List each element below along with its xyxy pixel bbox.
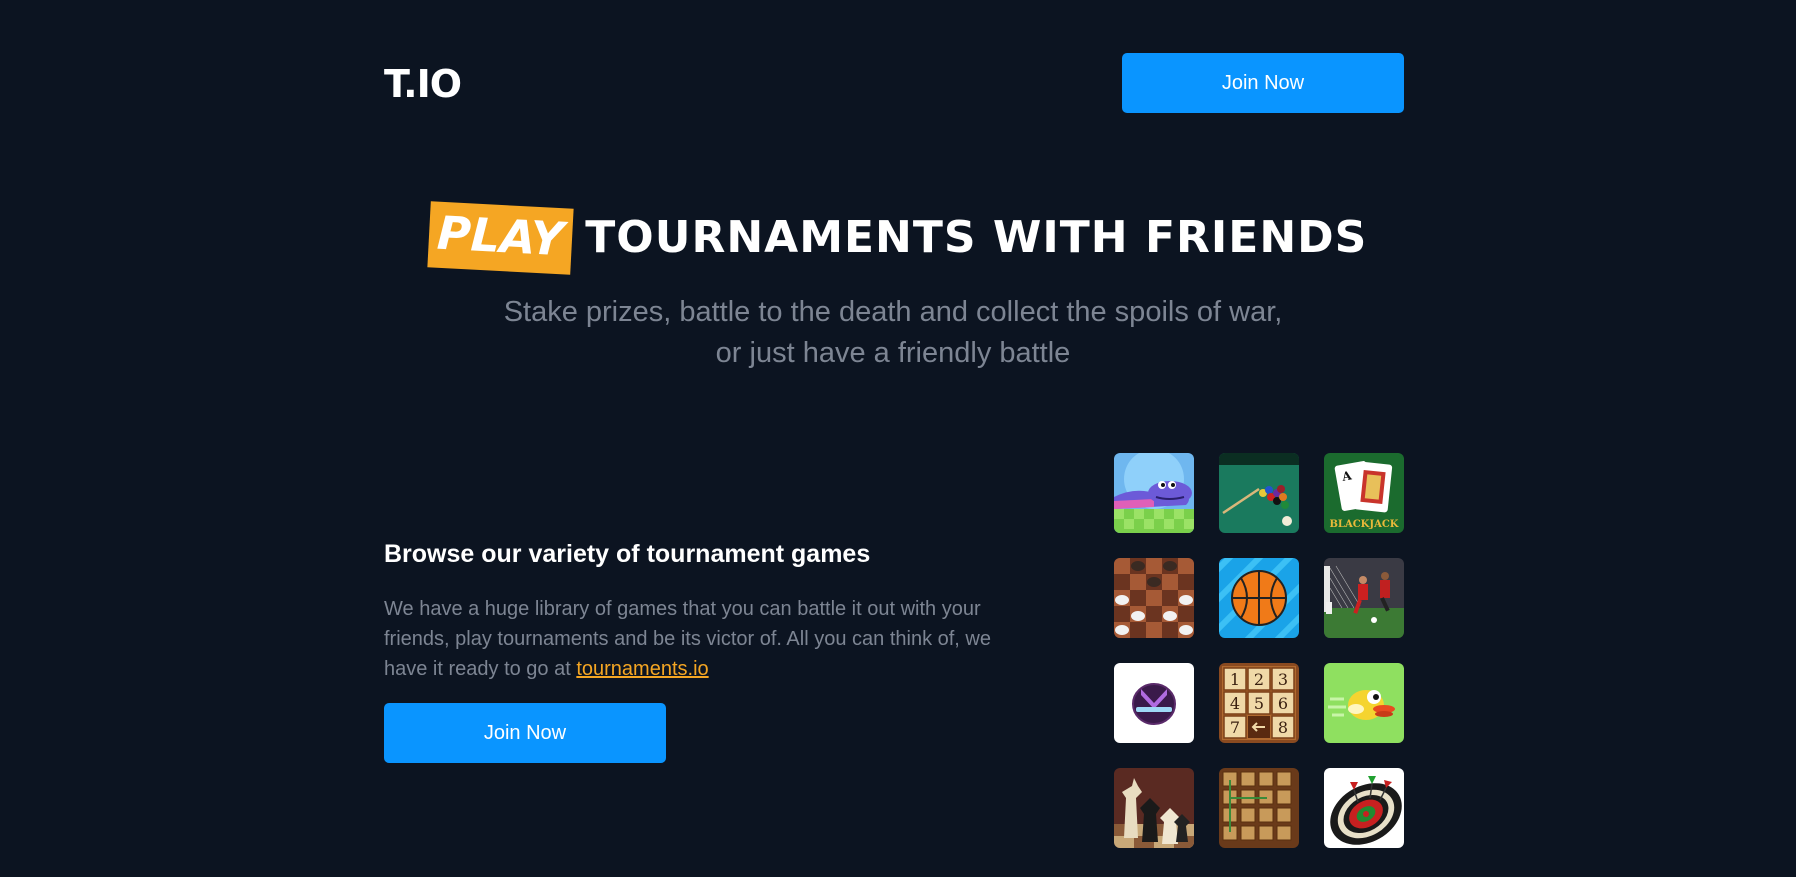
word-tiles-game-icon xyxy=(1219,768,1299,848)
puzzle-number-3: 3 xyxy=(1278,670,1288,689)
flappy-bird-game-icon xyxy=(1324,663,1404,743)
hero-subtitle: Stake prizes, battle to the death and co… xyxy=(0,292,1786,374)
pool-game-tile[interactable] xyxy=(1219,453,1299,533)
flappy-bird-game-tile[interactable] xyxy=(1324,663,1404,743)
puzzle-number-7: 7 xyxy=(1230,718,1240,737)
sliding-puzzle-game-tile[interactable]: 1 2 3 4 5 6 7 8 xyxy=(1219,663,1299,743)
soccer-game-tile[interactable] xyxy=(1324,558,1404,638)
hero-title-text: TOURNAMENTS WITH FRIENDS xyxy=(585,212,1368,263)
word-tiles-game-tile[interactable] xyxy=(1219,768,1299,848)
puzzle-number-8: 8 xyxy=(1278,718,1288,737)
blackjack-game-icon: A BLACKJACK xyxy=(1324,453,1404,533)
stack-game-icon xyxy=(1114,663,1194,743)
basketball-game-tile[interactable] xyxy=(1219,558,1299,638)
checkers-game-icon xyxy=(1114,558,1194,638)
soccer-game-icon xyxy=(1324,558,1404,638)
puzzle-number-5: 5 xyxy=(1254,694,1264,713)
blackjack-label: BLACKJACK xyxy=(1329,519,1398,530)
chess-game-icon xyxy=(1114,768,1194,848)
browse-description: We have a huge library of games that you… xyxy=(384,594,1004,684)
hero-title: PLAY TOURNAMENTS WITH FRIENDS xyxy=(0,201,1796,275)
landing-page: T.IO Join Now PLAY TOURNAMENTS WITH FRIE… xyxy=(0,0,1796,877)
basketball-game-icon xyxy=(1219,558,1299,638)
darts-game-tile[interactable] xyxy=(1324,768,1404,848)
sliding-puzzle-game-icon: 1 2 3 4 5 6 7 8 xyxy=(1219,663,1299,743)
puzzle-number-4: 4 xyxy=(1230,694,1240,713)
game-grid: A BLACKJACK 1 2 3 4 5 6 7 8 xyxy=(1114,453,1404,848)
hero-subtitle-line-2: or just have a friendly battle xyxy=(715,337,1071,369)
snake-game-icon xyxy=(1114,453,1194,533)
join-now-button-header[interactable]: Join Now xyxy=(1122,53,1404,113)
pool-game-icon xyxy=(1219,453,1299,533)
hero-subtitle-line-1: Stake prizes, battle to the death and co… xyxy=(503,296,1283,328)
darts-game-icon xyxy=(1324,768,1404,848)
puzzle-number-1: 1 xyxy=(1230,670,1240,689)
snake-game-tile[interactable] xyxy=(1114,453,1194,533)
puzzle-number-6: 6 xyxy=(1278,694,1288,713)
puzzle-number-2: 2 xyxy=(1254,670,1264,689)
browse-title: Browse our variety of tournament games xyxy=(384,540,871,568)
logo[interactable]: T.IO xyxy=(384,62,462,106)
tournaments-link[interactable]: tournaments.io xyxy=(576,658,708,680)
play-badge: PLAY xyxy=(426,201,573,275)
checkers-game-tile[interactable] xyxy=(1114,558,1194,638)
chess-game-tile[interactable] xyxy=(1114,768,1194,848)
blackjack-game-tile[interactable]: A BLACKJACK xyxy=(1324,453,1404,533)
join-now-button-browse[interactable]: Join Now xyxy=(384,703,666,763)
stack-game-tile[interactable] xyxy=(1114,663,1194,743)
